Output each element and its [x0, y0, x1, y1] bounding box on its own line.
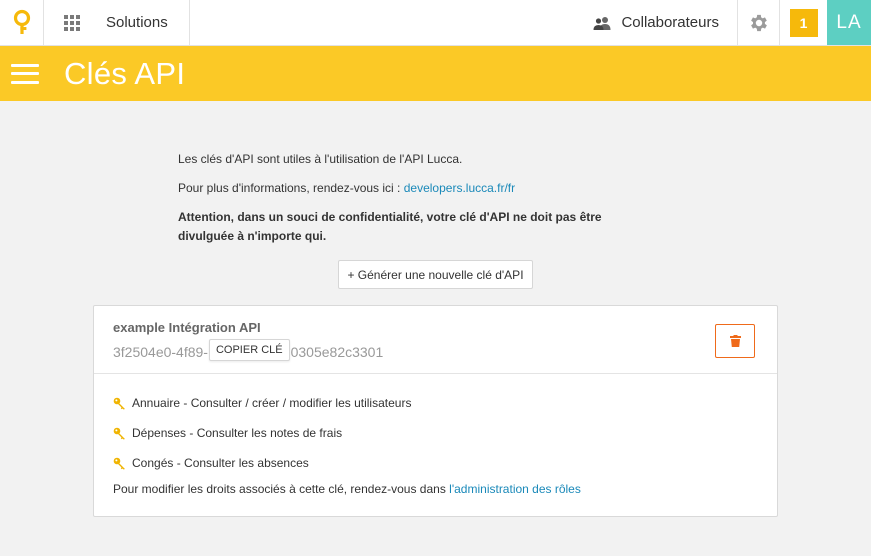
- user-avatar[interactable]: LA: [827, 0, 871, 45]
- lucca-logo-icon: [13, 9, 30, 34]
- delete-key-button[interactable]: [715, 324, 755, 358]
- collaborators-link[interactable]: Collaborateurs: [593, 0, 738, 45]
- page-header: Clés API: [0, 46, 871, 101]
- gear-icon: [750, 14, 767, 31]
- roles-admin-link[interactable]: l'administration des rôles: [449, 482, 581, 496]
- lucca-logo[interactable]: [0, 0, 44, 45]
- api-key-name: example Intégration API: [113, 320, 261, 335]
- copy-key-button[interactable]: COPIER CLÉ: [208, 339, 290, 361]
- intro-section: Les clés d'API sont utiles à l'utilisati…: [178, 150, 658, 256]
- api-key-value-end: 0305e82c3301: [290, 344, 384, 360]
- permission-item: Dépenses - Consulter les notes de frais: [113, 418, 777, 448]
- api-key-card-header: example Intégration API 3f2504e0-4f89- C…: [94, 306, 777, 374]
- intro-info-line: Pour plus d'informations, rendez-vous ic…: [178, 179, 658, 198]
- generate-api-key-button[interactable]: + Générer une nouvelle clé d'API: [338, 260, 533, 289]
- apps-grid-icon: [64, 14, 80, 31]
- roles-footnote-text: Pour modifier les droits associés à cett…: [113, 482, 450, 496]
- permission-label: Congés - Consulter les absences: [132, 456, 309, 470]
- developers-link[interactable]: developers.lucca.fr/fr: [404, 181, 515, 195]
- solutions-menu[interactable]: Solutions: [100, 0, 190, 45]
- page-title: Clés API: [64, 55, 186, 91]
- api-key-card: example Intégration API 3f2504e0-4f89- C…: [93, 305, 778, 517]
- permission-item: Annuaire - Consulter / créer / modifier …: [113, 388, 777, 418]
- intro-info-text: Pour plus d'informations, rendez-vous ic…: [178, 181, 404, 195]
- collaborators-label: Collaborateurs: [621, 14, 719, 31]
- apps-menu-button[interactable]: [44, 0, 100, 45]
- trash-icon: [729, 335, 741, 347]
- key-icon: [113, 427, 126, 440]
- notification-badge: 1: [789, 8, 818, 37]
- permission-item: Congés - Consulter les absences: [113, 448, 777, 478]
- api-key-permissions: Annuaire - Consulter / créer / modifier …: [94, 374, 777, 496]
- settings-button[interactable]: [738, 0, 780, 45]
- roles-footnote: Pour modifier les droits associés à cett…: [113, 482, 777, 496]
- api-key-value-start: 3f2504e0-4f89-: [113, 344, 208, 360]
- api-key-value: 3f2504e0-4f89- COPIER CLÉ 0305e82c3301: [113, 339, 777, 363]
- permission-label: Dépenses - Consulter les notes de frais: [132, 426, 343, 440]
- top-navbar: Solutions Collaborateurs 1 LA: [0, 0, 871, 46]
- key-icon: [113, 397, 126, 410]
- key-icon: [113, 457, 126, 470]
- solutions-label: Solutions: [106, 14, 168, 31]
- hamburger-menu-icon[interactable]: [11, 63, 39, 84]
- confidentiality-warning: Attention, dans un souci de confidential…: [178, 210, 602, 243]
- users-icon: [593, 16, 611, 30]
- intro-line: Les clés d'API sont utiles à l'utilisati…: [178, 152, 463, 166]
- notifications-button[interactable]: 1: [780, 0, 827, 45]
- permission-label: Annuaire - Consulter / créer / modifier …: [132, 396, 412, 410]
